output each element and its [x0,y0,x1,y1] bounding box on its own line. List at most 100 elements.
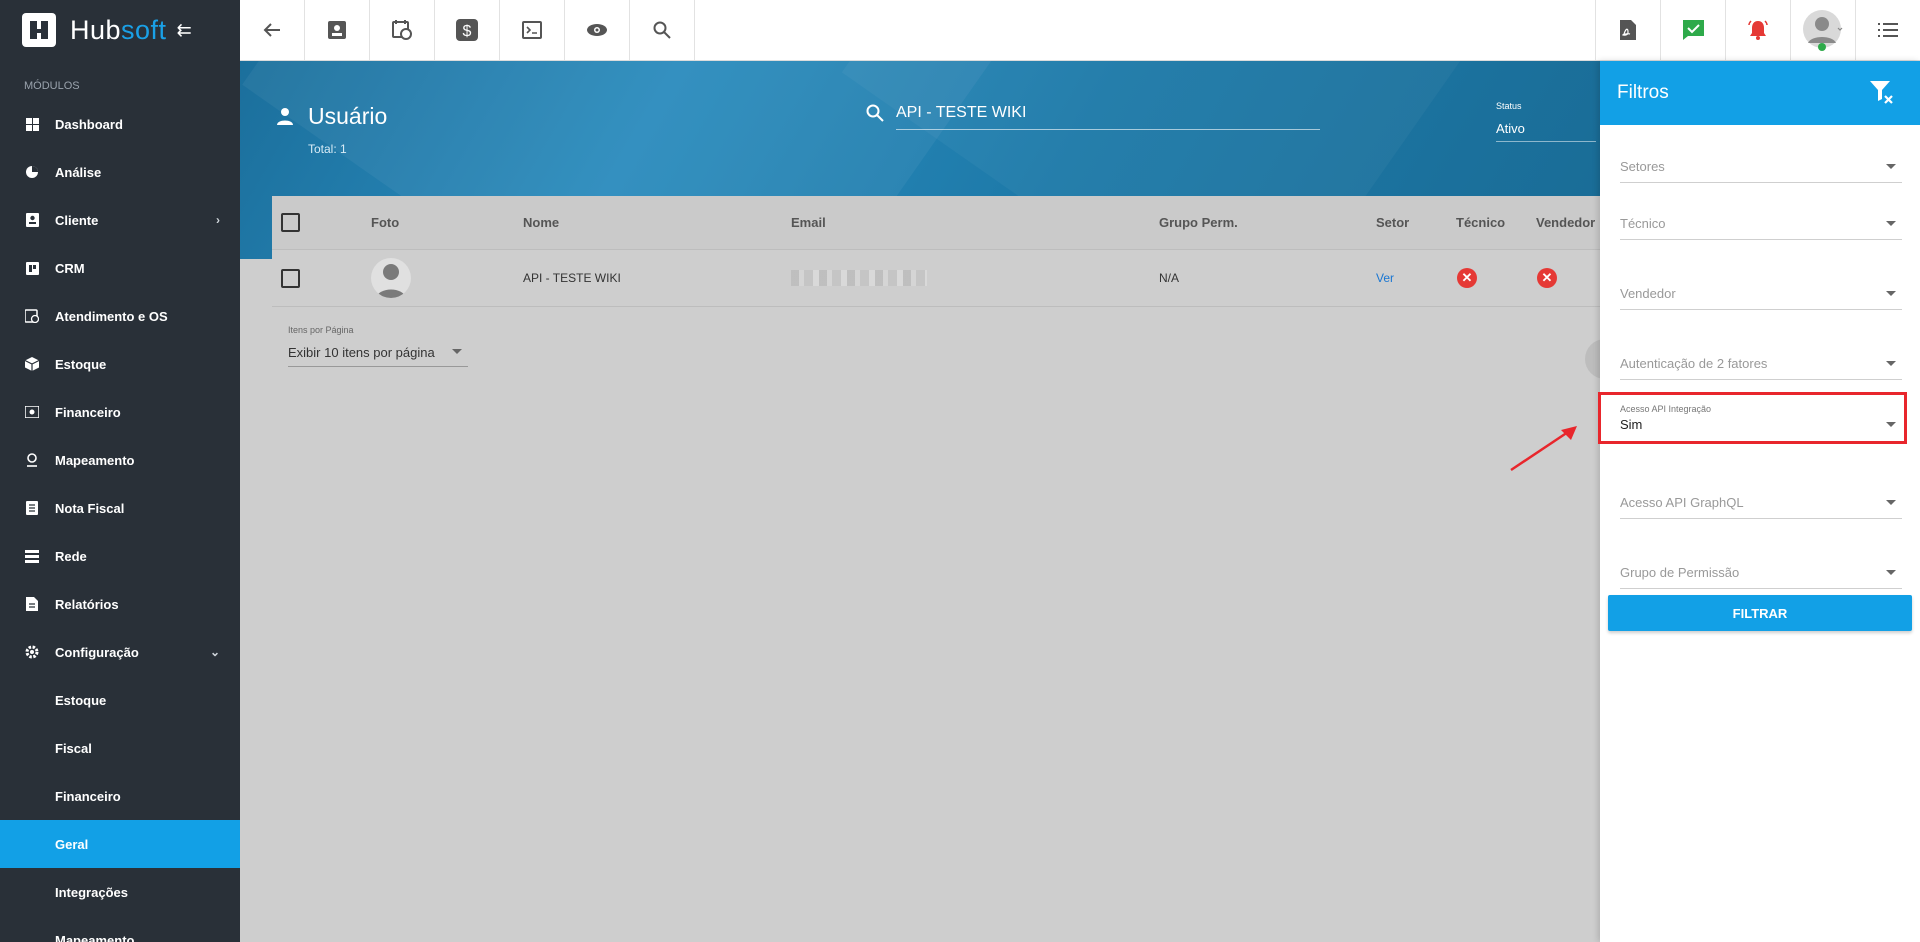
setores-select[interactable]: Setores [1620,141,1902,183]
user-email-redacted [791,250,927,306]
chevron-down-icon: ⌄ [209,645,220,659]
sidebar-item-configuracao[interactable]: Configuração ⌄ [0,628,240,676]
caret-down-icon [1886,291,1896,296]
check-message-icon [1682,20,1704,40]
sidebar-item-label: Cliente [55,212,99,228]
logo-bar: Hubsoft ⇇ [0,0,240,60]
sidebar-item-label: Relatórios [55,596,119,612]
column-nome[interactable]: Nome [523,196,559,249]
column-grupo-perm[interactable]: Grupo Perm. [1159,196,1238,249]
table-row[interactable]: API - TESTE WIKI N/A Ver ✕ ✕ [272,250,1600,307]
status-select[interactable]: Ativo [1496,121,1596,142]
tasks-button[interactable] [1660,0,1725,60]
grupo-permissao-select[interactable]: Grupo de Permissão [1620,547,1902,589]
column-vendedor[interactable]: Vendedor [1536,196,1595,249]
search-button[interactable] [630,0,695,60]
page-title: Usuário [308,103,388,129]
items-per-page-label: Itens por Página [288,325,354,335]
contact-card-icon [328,21,346,39]
view-button[interactable] [565,0,630,60]
pdf-button[interactable] [1595,0,1660,60]
tecnico-placeholder: Técnico [1620,216,1666,231]
sidebar-subitem-integracoes[interactable]: Integrações [0,868,240,916]
sidebar: Hubsoft ⇇ MÓDULOS Dashboard Análise Clie… [0,0,240,942]
collapse-sidebar-icon[interactable]: ⇇ [177,20,192,41]
status-label: Status [1496,101,1522,111]
setor-ver-link[interactable]: Ver [1376,250,1394,306]
sidebar-subitem-estoque[interactable]: Estoque [0,676,240,724]
schedule-button[interactable] [370,0,435,60]
items-per-page-select[interactable]: Exibir 10 itens por página [288,345,468,367]
vendedor-select[interactable]: Vendedor [1620,268,1902,310]
grupo-permissao-placeholder: Grupo de Permissão [1620,565,1740,580]
sidebar-item-label: Financeiro [55,404,121,420]
sidebar-item-dashboard[interactable]: Dashboard [0,100,240,148]
terminal-button[interactable] [500,0,565,60]
graphql-placeholder: Acesso API GraphQL [1620,495,1744,510]
terminal-icon [522,21,542,39]
items-per-page-value: Exibir 10 itens por página [288,345,435,360]
filtrar-button[interactable]: FILTRAR [1608,595,1912,631]
filter-title: Filtros [1617,82,1669,103]
setores-placeholder: Setores [1620,159,1665,174]
notifications-button[interactable] [1725,0,1790,60]
search-icon [866,104,884,122]
main-content: Usuário Total: 1 API - TESTE WIKI Status… [240,61,1625,942]
top-toolbar: $ [240,0,1920,61]
calendar-clock-icon [392,20,412,40]
autenticacao-placeholder: Autenticação de 2 fatores [1620,356,1768,371]
bell-icon [1748,20,1768,40]
sidebar-subitem-financeiro[interactable]: Financeiro [0,772,240,820]
user-group: N/A [1159,271,1180,285]
search-input[interactable]: API - TESTE WIKI [896,94,1320,130]
vendedor-no-icon: ✕ [1537,250,1557,306]
column-foto[interactable]: Foto [371,196,399,249]
avatar [1803,10,1843,51]
sidebar-item-financeiro[interactable]: Financeiro [0,388,240,436]
sidebar-item-label: Atendimento e OS [55,308,168,324]
highlight-box [1598,392,1907,444]
column-setor[interactable]: Setor [1376,196,1409,249]
sidebar-item-analise[interactable]: Análise [0,148,240,196]
caret-down-icon [1886,500,1896,505]
column-tecnico[interactable]: Técnico [1456,196,1505,249]
sidebar-item-estoque[interactable]: Estoque [0,340,240,388]
contacts-button[interactable] [305,0,370,60]
chevron-right-icon: › [216,213,220,227]
document-icon [24,500,40,516]
acesso-api-graphql-select[interactable]: Acesso API GraphQL [1620,477,1902,519]
search-field[interactable]: API - TESTE WIKI [866,94,1322,134]
brand-part1: Hub [70,14,122,45]
pie-chart-icon [24,164,40,180]
sidebar-item-rede[interactable]: Rede [0,532,240,580]
sidebar-item-nota-fiscal[interactable]: Nota Fiscal [0,484,240,532]
select-all-checkbox[interactable] [281,196,300,249]
tecnico-select[interactable]: Técnico [1620,198,1902,240]
hubsoft-logo-icon[interactable] [22,13,56,47]
sidebar-item-atendimento[interactable]: Atendimento e OS [0,292,240,340]
back-button[interactable] [240,0,305,60]
sidebar-item-label: Dashboard [55,116,123,132]
sidebar-item-cliente[interactable]: Cliente › [0,196,240,244]
clear-filter-icon[interactable] [1870,81,1894,105]
report-icon [24,596,40,612]
sidebar-item-relatorios[interactable]: Relatórios [0,580,240,628]
sidebar-item-label: Análise [55,164,102,180]
svg-text:$: $ [463,23,472,40]
caret-down-icon [1886,221,1896,226]
sidebar-subitem-mapeamento[interactable]: Mapeamento [0,916,240,942]
sidebar-item-label: CRM [55,260,85,276]
sidebar-item-crm[interactable]: CRM [0,244,240,292]
financial-button[interactable]: $ [435,0,500,60]
column-email[interactable]: Email [791,196,826,249]
calendar-clock-icon [24,308,40,324]
pdf-icon [1620,20,1636,40]
sidebar-subitem-geral[interactable]: Geral [0,820,240,868]
row-checkbox[interactable] [281,250,300,306]
filter-header: Filtros [1600,61,1920,125]
sidebar-item-mapeamento[interactable]: Mapeamento [0,436,240,484]
autenticacao-2fa-select[interactable]: Autenticação de 2 fatores [1620,338,1902,380]
user-menu-button[interactable] [1790,0,1855,60]
menu-button[interactable] [1855,0,1920,60]
sidebar-subitem-fiscal[interactable]: Fiscal [0,724,240,772]
